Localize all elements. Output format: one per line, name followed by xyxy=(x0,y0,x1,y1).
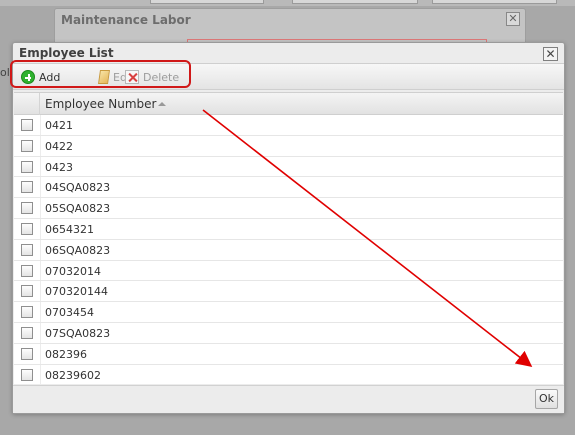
table-row[interactable]: 082396 xyxy=(14,343,563,365)
background-tab xyxy=(292,0,418,4)
column-divider xyxy=(40,302,41,322)
row-checkbox[interactable] xyxy=(21,243,33,256)
dialog-footer: Ok xyxy=(13,385,564,413)
employee-number-cell: 0703454 xyxy=(45,306,94,320)
toolbar: Add Edit Delete xyxy=(13,63,564,90)
row-checkbox[interactable] xyxy=(21,202,33,215)
delete-x-icon xyxy=(125,70,139,84)
row-checkbox[interactable] xyxy=(21,222,33,235)
sort-ascending-icon xyxy=(158,102,166,106)
add-circle-icon xyxy=(21,70,35,84)
column-divider xyxy=(40,343,41,364)
pencil-icon xyxy=(98,70,110,84)
column-divider xyxy=(40,177,41,198)
row-checkbox[interactable] xyxy=(21,119,33,131)
employee-list-dialog: Employee List ✕ Add Edit Delete Employee… xyxy=(10,42,565,414)
table-row[interactable]: 05SQA0823 xyxy=(14,198,563,219)
table-row[interactable]: 0422 xyxy=(14,135,563,157)
employee-number-cell: 082396 xyxy=(45,347,87,361)
column-divider xyxy=(40,198,41,218)
table-row[interactable]: 0423 xyxy=(14,156,563,178)
row-checkbox[interactable] xyxy=(21,160,33,173)
table-row[interactable]: 08239602 xyxy=(14,364,563,384)
grid-header: Employee Number xyxy=(14,93,563,115)
maintenance-labor-close-icon[interactable]: ✕ xyxy=(506,12,520,26)
column-divider xyxy=(40,135,41,156)
employee-number-cell: 0423 xyxy=(45,160,73,174)
add-button[interactable]: Add xyxy=(21,68,60,86)
employee-number-cell: 04SQA0823 xyxy=(45,181,111,195)
table-row[interactable]: 04SQA0823 xyxy=(14,177,563,199)
row-checkbox[interactable] xyxy=(21,368,33,381)
background-tab xyxy=(432,0,557,4)
column-divider xyxy=(40,281,41,302)
background-tab xyxy=(150,0,264,4)
employee-number-cell: 07SQA0823 xyxy=(45,326,111,340)
row-checkbox[interactable] xyxy=(21,181,33,194)
employee-number-column-header[interactable]: Employee Number xyxy=(45,97,156,111)
employee-number-cell: 0421 xyxy=(45,119,73,132)
employee-number-cell: 070320144 xyxy=(45,285,108,299)
delete-button[interactable]: Delete xyxy=(125,68,179,86)
employee-number-cell: 0654321 xyxy=(45,222,94,236)
table-row[interactable]: 070320144 xyxy=(14,281,563,303)
employee-number-cell: 05SQA0823 xyxy=(45,202,111,216)
background-clipped-label: ol xyxy=(0,66,10,79)
table-row[interactable]: 0421 xyxy=(14,115,563,136)
row-checkbox[interactable] xyxy=(21,285,33,298)
column-divider xyxy=(40,156,41,177)
employee-number-cell: 06SQA0823 xyxy=(45,243,111,257)
table-row[interactable]: 06SQA0823 xyxy=(14,239,563,261)
row-checkbox[interactable] xyxy=(21,264,33,277)
row-checkbox[interactable] xyxy=(21,347,33,360)
employee-number-cell: 08239602 xyxy=(45,368,101,382)
checkbox-column-header xyxy=(14,93,40,115)
row-checkbox[interactable] xyxy=(21,306,33,319)
column-divider xyxy=(40,260,41,281)
employee-number-cell: 07032014 xyxy=(45,264,101,278)
column-divider xyxy=(40,218,41,239)
ok-button[interactable]: Ok xyxy=(535,389,558,409)
column-divider xyxy=(40,239,41,260)
table-row[interactable]: 0654321 xyxy=(14,218,563,240)
dialog-title: Employee List xyxy=(19,46,114,60)
employee-grid: Employee Number 0421 0422 0423 04SQA0823 05S… xyxy=(14,92,563,384)
dialog-close-icon[interactable]: ✕ xyxy=(543,47,558,61)
maintenance-labor-title: Maintenance Labor xyxy=(61,13,191,27)
delete-button-label: Delete xyxy=(143,70,180,84)
row-checkbox[interactable] xyxy=(21,326,33,339)
employee-number-cell: 0422 xyxy=(45,139,73,153)
column-divider xyxy=(40,322,41,343)
grid-body: 0421 0422 0423 04SQA0823 05SQA0823 0654321 06S… xyxy=(14,115,563,384)
table-row[interactable]: 07032014 xyxy=(14,260,563,282)
row-checkbox[interactable] xyxy=(21,139,33,152)
add-button-label: Add xyxy=(39,70,61,84)
column-divider xyxy=(40,115,41,135)
table-row[interactable]: 0703454 xyxy=(14,302,563,323)
column-divider xyxy=(40,364,41,384)
table-row[interactable]: 07SQA0823 xyxy=(14,322,563,344)
